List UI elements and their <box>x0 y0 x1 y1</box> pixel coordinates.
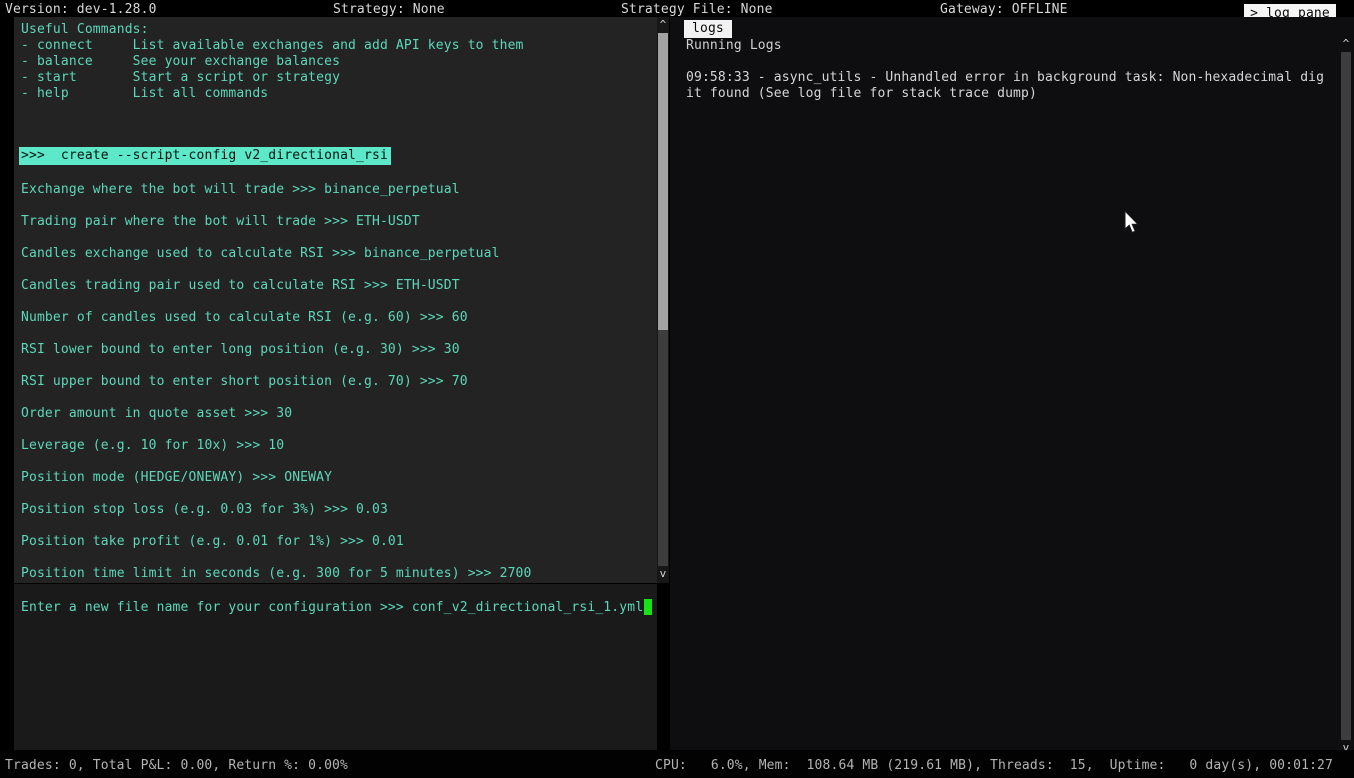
top-status-bar: Version: dev-1.28.0 Strategy: None Strat… <box>0 0 1354 17</box>
running-logs-title: Running Logs <box>686 38 782 53</box>
config-qa-line: Order amount in quote asset >>> 30 <box>21 406 292 421</box>
scrollbar-track[interactable] <box>1341 52 1351 740</box>
command-echo-text: >>> create --script-config v2_directiona… <box>19 147 391 165</box>
config-qa-line: Position take profit (e.g. 0.01 for 1%) … <box>21 534 404 549</box>
log-pane: logs Running Logs 09:58:33 - async_utils… <box>670 17 1354 754</box>
config-qa-line: Position time limit in seconds (e.g. 300… <box>21 566 532 581</box>
version-label: Version: dev-1.28.0 <box>5 2 157 17</box>
config-qa-line: Number of candles used to calculate RSI … <box>21 310 468 325</box>
gateway-label: Gateway: OFFLINE <box>940 2 1068 17</box>
config-qa-line: Exchange where the bot will trade >>> bi… <box>21 182 460 197</box>
output-pane: Useful Commands: - connect List availabl… <box>14 17 657 583</box>
command-help-line: - start Start a script or strategy <box>21 70 340 85</box>
scroll-up-icon[interactable]: ^ <box>657 17 669 33</box>
scroll-up-icon[interactable]: ^ <box>1340 36 1352 52</box>
hummingbot-terminal: Version: dev-1.28.0 Strategy: None Strat… <box>0 0 1354 778</box>
config-qa-line: Candles exchange used to calculate RSI >… <box>21 246 500 261</box>
output-pane-scrollbar[interactable]: ^ v <box>657 17 669 583</box>
config-qa-line: RSI lower bound to enter long position (… <box>21 342 460 357</box>
command-help-line: - connect List available exchanges and a… <box>21 38 524 53</box>
system-resources-status: CPU: 6.0%, Mem: 108.64 MB (219.61 MB), T… <box>655 758 1333 773</box>
config-qa-line: Position stop loss (e.g. 0.03 for 3%) >>… <box>21 502 388 517</box>
input-prompt-text[interactable]: Enter a new file name for your configura… <box>21 600 643 615</box>
command-help-line: - balance See your exchange balances <box>21 54 340 69</box>
log-entry-line: it found (See log file for stack trace d… <box>686 86 1037 101</box>
config-qa-line: Candles trading pair used to calculate R… <box>21 278 460 293</box>
strategy-file-label: Strategy File: None <box>621 2 773 17</box>
log-entry-line: 09:58:33 - async_utils - Unhandled error… <box>686 70 1324 85</box>
config-qa-line: Position mode (HEDGE/ONEWAY) >>> ONEWAY <box>21 470 332 485</box>
strategy-label: Strategy: None <box>333 2 445 17</box>
trades-pnl-status: Trades: 0, Total P&L: 0.00, Return %: 0.… <box>5 758 348 773</box>
scroll-down-icon[interactable]: v <box>657 566 669 582</box>
command-echo-highlighted: >>> create --script-config v2_directiona… <box>19 147 391 165</box>
command-help-line: - help List all commands <box>21 86 268 101</box>
log-pane-scrollbar[interactable]: ^ v <box>1340 17 1352 754</box>
text-cursor <box>644 599 652 615</box>
config-qa-line: RSI upper bound to enter short position … <box>21 374 468 389</box>
command-input[interactable]: Enter a new file name for your configura… <box>21 599 652 615</box>
tab-logs[interactable]: logs <box>684 20 732 38</box>
useful-commands-title: Useful Commands: <box>21 22 149 37</box>
config-qa-line: Leverage (e.g. 10 for 10x) >>> 10 <box>21 438 284 453</box>
input-pane[interactable]: Enter a new file name for your configura… <box>14 584 657 750</box>
config-qa-line: Trading pair where the bot will trade >>… <box>21 214 420 229</box>
scrollbar-thumb[interactable] <box>658 33 668 330</box>
bottom-status-bar: Trades: 0, Total P&L: 0.00, Return %: 0.… <box>0 750 1354 778</box>
